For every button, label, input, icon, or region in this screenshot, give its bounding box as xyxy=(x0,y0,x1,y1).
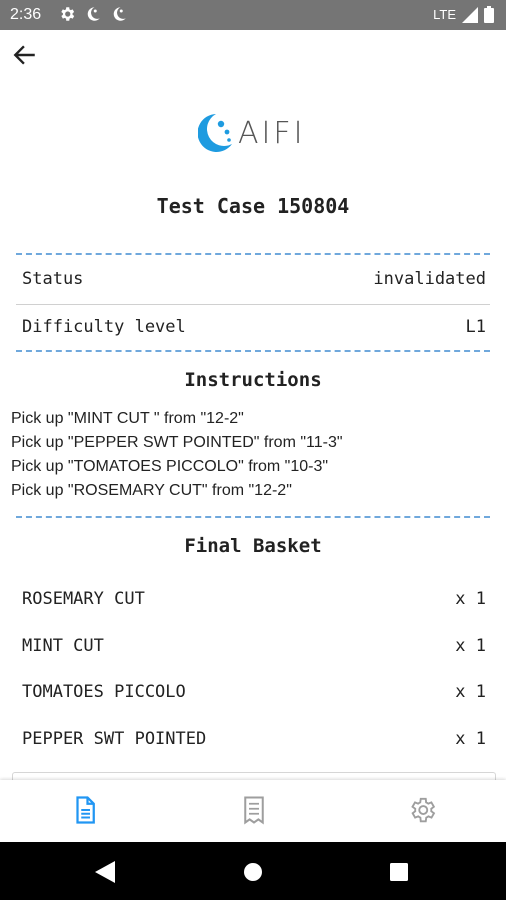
dashed-divider xyxy=(16,516,490,518)
row-divider xyxy=(16,304,490,305)
network-type: LTE xyxy=(433,7,456,22)
app-notification-icon xyxy=(87,7,100,21)
back-button[interactable] xyxy=(12,42,38,68)
app-notification-icon xyxy=(113,7,126,21)
basket-item: MINT CUT x 1 xyxy=(22,636,486,656)
instructions-title: Instructions xyxy=(184,369,322,391)
instruction-item: Pick up "PEPPER SWT POINTED" from "11-3" xyxy=(11,434,343,451)
system-nav-bar xyxy=(0,842,506,900)
basket-item-qty: x 1 xyxy=(455,682,486,702)
basket-item-name: TOMATOES PICCOLO xyxy=(22,682,186,702)
page-title: Test Case 150804 xyxy=(156,194,350,218)
nav-tab-receipt[interactable] xyxy=(239,795,269,825)
instruction-item: Pick up "TOMATOES PICCOLO" from "10-3" xyxy=(11,458,329,475)
battery-icon xyxy=(484,6,494,23)
basket-item-qty: x 1 xyxy=(455,636,486,656)
nav-tab-document[interactable] xyxy=(70,795,100,825)
recents-square-icon[interactable] xyxy=(390,863,408,881)
aifi-logo-mark-icon xyxy=(198,114,232,152)
basket-item: TOMATOES PICCOLO x 1 xyxy=(22,682,486,702)
status-bar: 2:36 LTE xyxy=(0,0,506,30)
signal-icon xyxy=(462,6,478,23)
settings-gear-icon xyxy=(411,797,436,823)
basket-item-name: MINT CUT xyxy=(22,636,104,656)
logo-text: AIFI xyxy=(238,115,306,151)
basket-item: ROSEMARY CUT x 1 xyxy=(22,589,486,609)
detail-value: L1 xyxy=(465,317,486,337)
detail-label: Status xyxy=(22,269,84,289)
detail-value: invalidated xyxy=(373,269,486,289)
detail-row-status: Status invalidated xyxy=(22,269,486,289)
basket-item-name: ROSEMARY CUT xyxy=(22,589,145,609)
gear-icon xyxy=(61,7,75,21)
detail-row-difficulty: Difficulty level L1 xyxy=(22,317,486,337)
bottom-nav xyxy=(0,780,506,842)
receipt-icon xyxy=(244,796,264,825)
back-triangle-icon[interactable] xyxy=(95,861,115,883)
dashed-divider xyxy=(16,350,490,352)
basket-item: PEPPER SWT POINTED x 1 xyxy=(22,729,486,749)
detail-label: Difficulty level xyxy=(22,317,186,337)
basket-item-qty: x 1 xyxy=(455,589,486,609)
status-time: 2:36 xyxy=(10,6,42,23)
basket-item-qty: x 1 xyxy=(455,729,486,749)
aifi-logo: AIFI xyxy=(198,108,305,158)
status-left-icons xyxy=(58,5,128,23)
instruction-item: Pick up "MINT CUT " from "12-2" xyxy=(11,410,244,427)
nav-tab-settings[interactable] xyxy=(407,795,437,825)
instruction-item: Pick up "ROSEMARY CUT" from "12-2" xyxy=(11,482,292,499)
arrow-left-icon xyxy=(13,45,35,65)
final-basket-title: Final Basket xyxy=(184,535,322,557)
document-icon xyxy=(76,796,95,824)
basket-item-name: PEPPER SWT POINTED xyxy=(22,729,207,749)
dashed-divider xyxy=(16,253,490,255)
home-circle-icon[interactable] xyxy=(243,862,263,882)
status-right-icons: LTE xyxy=(433,6,494,23)
